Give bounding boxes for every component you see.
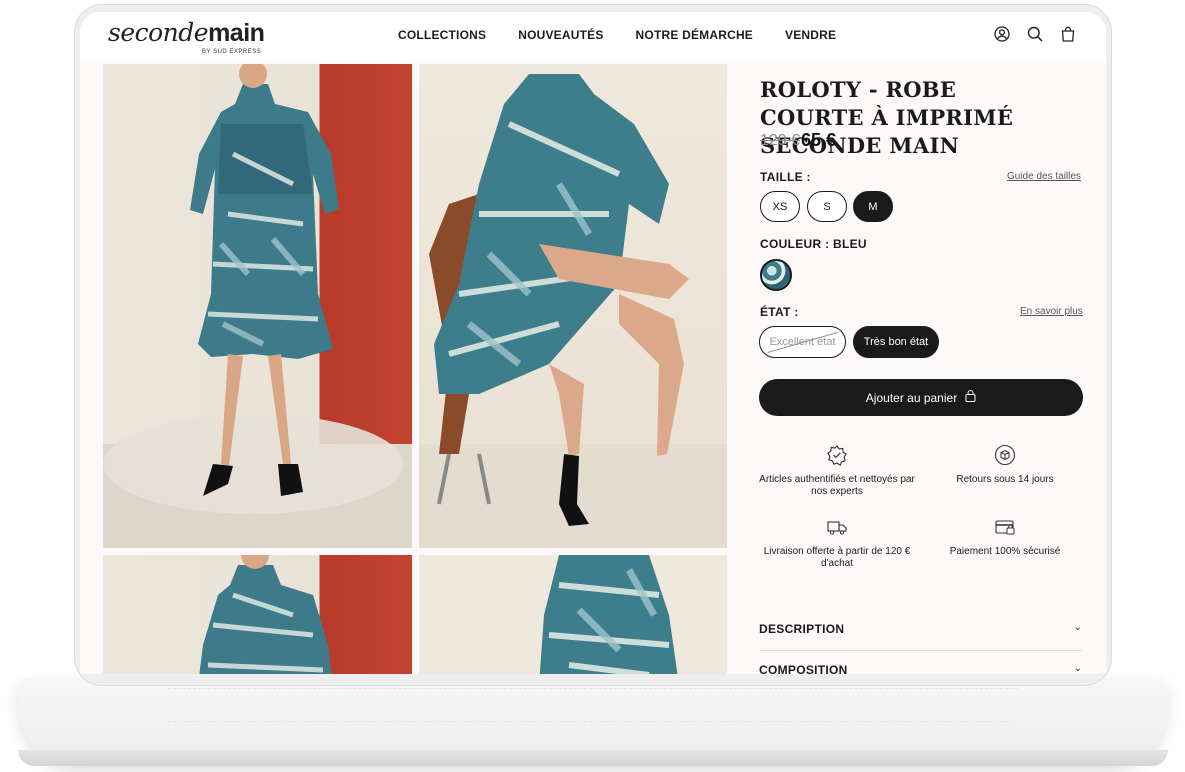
size-option-m[interactable]: M — [853, 191, 893, 222]
size-guide-link[interactable]: Guide des tailles — [1007, 171, 1081, 182]
accordion-description-title: DESCRIPTION — [759, 622, 845, 636]
size-label: TAILLE : — [760, 170, 811, 184]
color-label: COULEUR : BLEU — [760, 237, 867, 251]
logo-wordmark: secondemain — [108, 18, 265, 47]
laptop-rim — [18, 750, 1168, 766]
feature-delivery: Livraison offerte à partir de 120 € d'ac… — [752, 516, 922, 570]
feature-authentic-text: Articles authentifiés et nettoyés par no… — [759, 474, 915, 497]
browser-viewport: secondemain BY SUD EXPRESS COLLECTIONS N… — [80, 12, 1106, 674]
return-box-icon — [994, 444, 1016, 466]
feature-payment: Paiement 100% sécurisé — [920, 516, 1090, 558]
condition-label: ÉTAT : — [760, 305, 799, 319]
feature-payment-text: Paiement 100% sécurisé — [949, 546, 1061, 557]
condition-excellent-label: Excellent état — [769, 336, 836, 348]
laptop-base — [18, 678, 1168, 766]
price-current: 65 € — [801, 130, 837, 150]
price-original: 129 € — [760, 132, 801, 149]
feature-delivery-text: Livraison offerte à partir de 120 € d'ac… — [763, 546, 911, 569]
accordion-description[interactable]: DESCRIPTION ⌄ — [759, 610, 1082, 651]
site-header: secondemain BY SUD EXPRESS COLLECTIONS N… — [80, 12, 1106, 62]
feature-returns: Retours sous 14 jours — [920, 444, 1090, 486]
main-nav: COLLECTIONS NOUVEAUTÉS NOTRE DÉMARCHE VE… — [398, 28, 836, 42]
add-to-cart-label: Ajouter au panier — [865, 390, 958, 405]
star-badge-icon — [826, 444, 848, 467]
lock-bag-icon — [965, 390, 976, 405]
accordion-composition[interactable]: COMPOSITION ⌄ — [759, 651, 1082, 674]
chevron-down-icon: ⌄ — [1073, 663, 1082, 674]
condition-excellent-unavailable[interactable]: Excellent état — [759, 326, 846, 358]
keyboard-area — [168, 688, 1018, 722]
product-photo-standing[interactable] — [103, 64, 412, 548]
header-actions — [994, 26, 1076, 42]
account-icon[interactable] — [994, 26, 1010, 42]
secure-card-icon — [994, 516, 1016, 538]
accordion-composition-title: COMPOSITION — [759, 663, 848, 674]
size-option-xs[interactable]: XS — [760, 191, 800, 222]
feature-authentic: Articles authentifiés et nettoyés par no… — [752, 444, 922, 498]
product-photo-front-closeup[interactable] — [103, 555, 412, 674]
brand-logo[interactable]: secondemain BY SUD EXPRESS — [108, 18, 265, 55]
condition-tres-bon-etat[interactable]: Très bon état — [853, 326, 939, 358]
condition-info-link[interactable]: En savoir plus — [1020, 306, 1083, 317]
search-icon[interactable] — [1027, 26, 1043, 42]
product-photo-back-detail[interactable] — [419, 555, 727, 674]
logo-tagline: BY SUD EXPRESS — [202, 49, 262, 55]
color-swatch-bleu[interactable] — [760, 259, 792, 291]
add-to-cart-button[interactable]: Ajouter au panier — [759, 379, 1083, 416]
product-photo-seated[interactable] — [419, 64, 727, 548]
nav-notre-demarche[interactable]: NOTRE DÉMARCHE — [636, 28, 753, 42]
size-option-s[interactable]: S — [807, 191, 847, 222]
bag-icon[interactable] — [1060, 26, 1076, 42]
delivery-truck-icon — [826, 516, 848, 538]
nav-nouveautes[interactable]: NOUVEAUTÉS — [518, 28, 603, 42]
chevron-down-icon: ⌄ — [1073, 622, 1082, 633]
feature-returns-text: Retours sous 14 jours — [956, 474, 1054, 485]
nav-vendre[interactable]: VENDRE — [785, 28, 836, 42]
nav-collections[interactable]: COLLECTIONS — [398, 28, 486, 42]
